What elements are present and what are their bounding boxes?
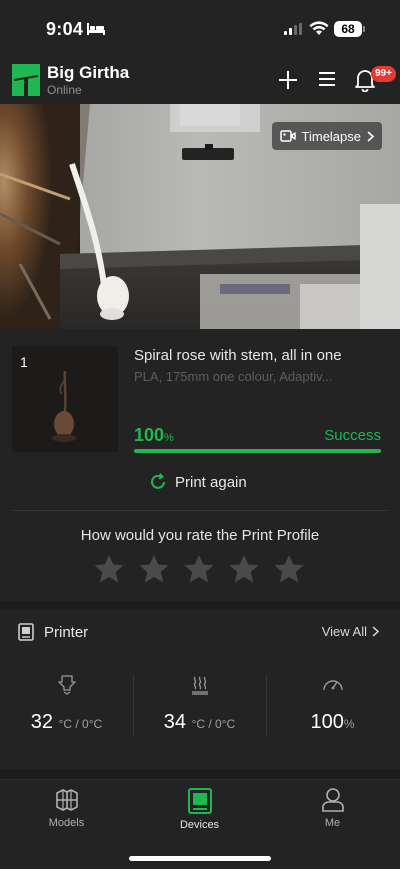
star-icon[interactable]	[228, 554, 260, 584]
chevron-right-icon	[367, 130, 374, 142]
progress-bar	[134, 449, 381, 453]
view-all-label: View All	[321, 624, 367, 639]
devices-icon	[187, 788, 212, 814]
home-indicator	[129, 856, 271, 861]
job-status: Success	[324, 427, 381, 444]
add-icon[interactable]	[278, 70, 298, 90]
menu-icon[interactable]	[318, 70, 336, 88]
speed-stat[interactable]: 100%	[266, 675, 399, 745]
brand-logo-icon	[12, 64, 40, 96]
tab-models[interactable]: Models	[0, 788, 133, 844]
models-icon	[55, 789, 78, 811]
bed-temp-stat[interactable]: 34 °C / 0°C	[133, 675, 266, 745]
tab-me[interactable]: Me	[266, 788, 399, 844]
job-index: 1	[20, 354, 28, 370]
device-status: Online	[47, 83, 82, 97]
battery-indicator: 68	[334, 21, 362, 37]
job-title: Spiral rose with stem, all in one	[134, 347, 342, 364]
video-camera-icon	[279, 130, 296, 142]
star-icon[interactable]	[183, 554, 215, 584]
status-bar: 9:04 68	[0, 0, 400, 56]
job-thumbnail[interactable]: 1	[12, 346, 118, 452]
timelapse-label: Timelapse	[301, 128, 361, 144]
battery-tip	[363, 26, 365, 32]
job-subtitle: PLA, 175mm one colour, Adaptiv...	[134, 369, 333, 384]
sleep-focus-icon	[87, 23, 105, 35]
timelapse-button[interactable]: Timelapse	[271, 122, 382, 150]
nozzle-temp-stat[interactable]: 32 °C / 0°C	[0, 675, 133, 745]
bed-temp-value: 34 °C / 0°C	[163, 711, 236, 733]
device-name[interactable]: Big Girtha	[47, 63, 129, 83]
nozzle-temp-icon	[57, 675, 76, 695]
view-all-link[interactable]: View All	[322, 624, 379, 639]
nozzle-temp-value: 32 °C / 0°C	[30, 711, 103, 733]
star-icon[interactable]	[93, 554, 125, 584]
print-job-card: 1 Spiral rose with stem, all in one PLA,…	[0, 329, 400, 601]
star-rating[interactable]	[93, 554, 305, 584]
divider	[12, 510, 388, 511]
status-time: 9:04	[46, 19, 84, 39]
star-icon[interactable]	[138, 554, 170, 584]
tab-devices[interactable]: Devices	[133, 788, 266, 844]
app-header: Big Girtha Online 99+	[0, 56, 400, 104]
tab-models-label: Models	[48, 817, 85, 829]
progress-fill	[134, 449, 381, 453]
printer-panel: Printer View All 32 °C / 0°C 34 °C / 0°C	[0, 609, 400, 769]
printer-title: Printer	[44, 624, 89, 641]
speed-gauge-icon	[322, 680, 343, 691]
signal-icon	[284, 23, 302, 35]
tab-devices-label: Devices	[179, 819, 220, 831]
bed-temp-icon	[191, 676, 208, 695]
notification-badge: 99+	[371, 66, 396, 82]
rating-prompt: How would you rate the Print Profile	[80, 527, 320, 544]
wifi-icon	[309, 21, 329, 35]
printer-icon	[18, 623, 34, 641]
print-again-button[interactable]: Print again	[148, 472, 247, 492]
speed-value: 100%	[310, 711, 355, 733]
chevron-right-icon	[372, 626, 379, 637]
tab-me-label: Me	[324, 817, 341, 829]
profile-icon	[321, 788, 344, 812]
refresh-icon	[151, 473, 165, 489]
star-icon[interactable]	[273, 554, 305, 584]
print-again-label: Print again	[175, 473, 247, 491]
progress-percent: 100%	[134, 425, 174, 445]
